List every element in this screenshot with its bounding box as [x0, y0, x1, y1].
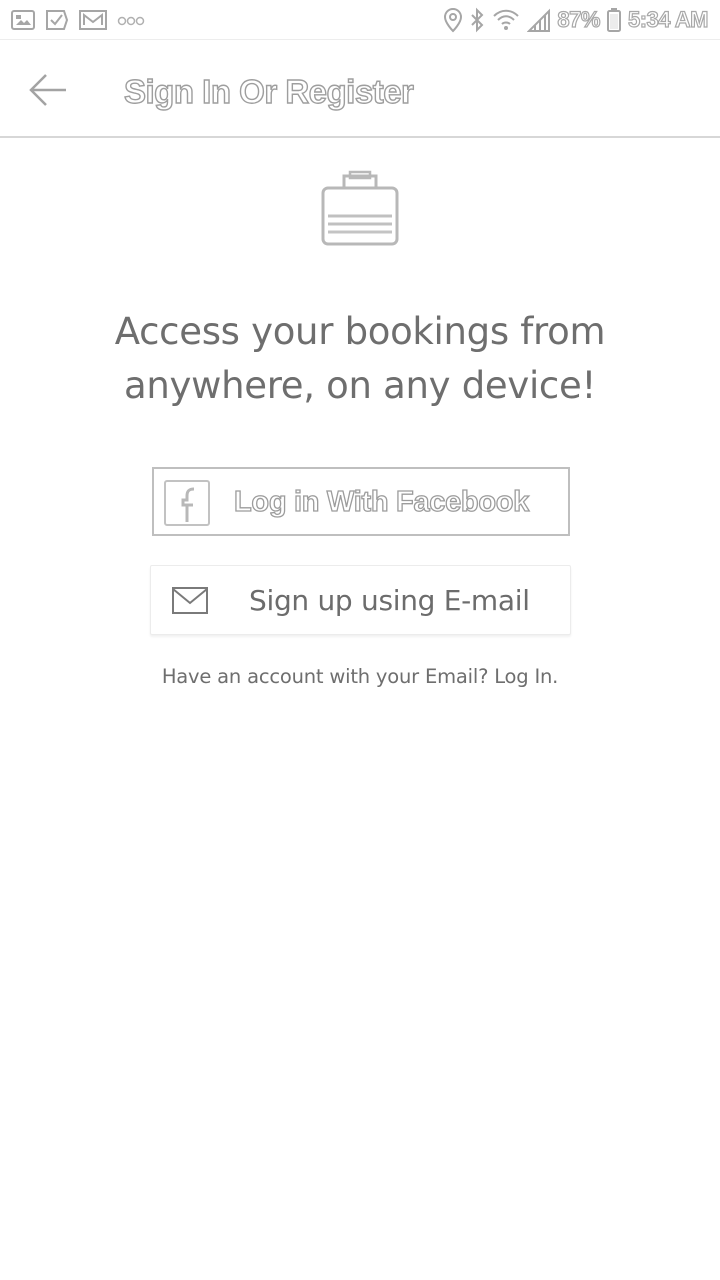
clock: 5:34 AM [627, 6, 709, 32]
suitcase-icon [318, 170, 402, 250]
back-button[interactable] [22, 68, 74, 112]
headline-line-1: Access your bookings from [114, 310, 606, 353]
email-signup-button[interactable]: Sign up using E-mail [150, 565, 571, 635]
facebook-login-button[interactable]: Log in With Facebook [152, 467, 570, 536]
facebook-button-label: Log in With Facebook [233, 485, 530, 518]
app-toolbar: Sign In Or Register [0, 40, 720, 138]
bluetooth-icon [469, 7, 485, 33]
back-arrow-icon [29, 74, 66, 106]
headline: Access your bookings from anywhere, on a… [40, 305, 680, 413]
headline-line-2: anywhere, on any device! [124, 364, 596, 407]
email-button-label: Sign up using E-mail [249, 584, 530, 617]
signal-icon [527, 7, 551, 33]
image-icon [10, 8, 36, 32]
wifi-icon [491, 7, 521, 33]
location-icon [443, 7, 463, 33]
notification-icons [10, 6, 146, 34]
envelope-icon [171, 586, 209, 616]
battery-icon [606, 7, 622, 33]
check-icon [44, 8, 70, 32]
battery-percent: 87% [557, 6, 601, 32]
more-icon [116, 8, 146, 32]
facebook-icon [164, 480, 210, 526]
page-title: Sign In Or Register [123, 72, 414, 110]
login-link[interactable]: Have an account with your Email? Log In. [0, 662, 720, 692]
mail-icon [78, 8, 108, 32]
status-bar: 87% 5:34 AM [0, 0, 720, 40]
system-status: 87% 5:34 AM [443, 6, 709, 34]
